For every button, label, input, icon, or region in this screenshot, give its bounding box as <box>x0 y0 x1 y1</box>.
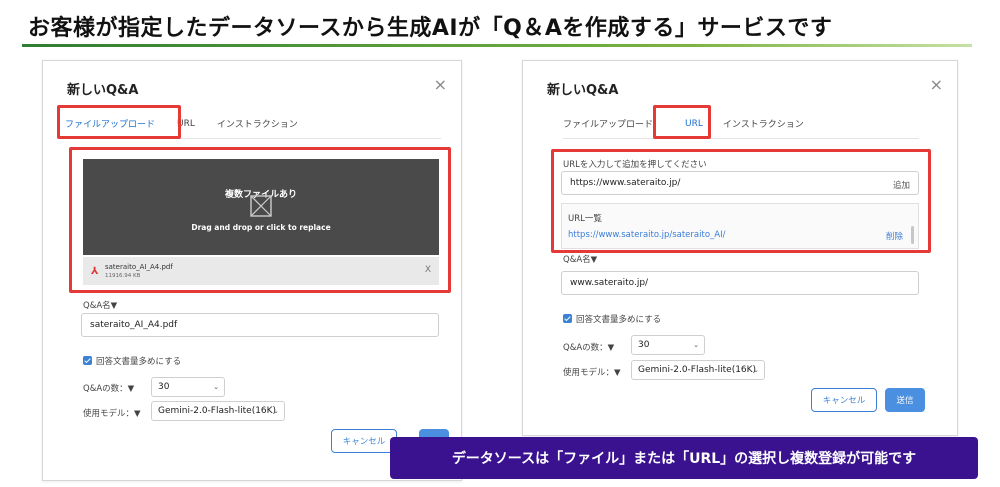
page-headline: お客様が指定したデータソースから生成AIが「Q＆Aを作成する」サービスです <box>28 16 833 41</box>
highlight-box-url <box>551 149 931 253</box>
qa-count-label: Q&Aの数：▼ <box>563 343 615 353</box>
qa-count-value: 30 <box>638 340 650 350</box>
headline-underline <box>22 44 972 47</box>
highlight-box-upload <box>69 147 451 293</box>
chevron-down-icon: ⌄ <box>213 383 219 391</box>
qa-count-select[interactable]: 30 ⌄ <box>631 335 705 355</box>
model-value: Gemini-2.0-Flash-lite(16K) <box>638 365 757 375</box>
dialog-title: 新しいQ&A <box>67 83 139 98</box>
close-icon[interactable]: × <box>434 77 447 93</box>
model-value: Gemini-2.0-Flash-lite(16K) <box>158 406 277 416</box>
dialog-title: 新しいQ&A <box>547 83 619 98</box>
tab-bar: ファイルアップロード URL インストラクション <box>563 109 919 139</box>
model-label: 使用モデル：▼ <box>83 409 141 419</box>
qa-name-input[interactable]: sateraito_AI_A4.pdf <box>81 313 439 337</box>
qa-count-value: 30 <box>158 382 170 392</box>
more-answer-label: 回答文書量多めにする <box>576 315 662 325</box>
qa-count-label: Q&Aの数：▼ <box>83 384 135 394</box>
tab-file-upload[interactable]: ファイルアップロード <box>563 117 653 130</box>
cancel-button[interactable]: キャンセル <box>811 388 877 412</box>
cancel-button[interactable]: キャンセル <box>331 429 397 453</box>
new-qa-dialog-url: 新しいQ&A × ファイルアップロード URL インストラクション URLを入力… <box>522 60 958 436</box>
qa-name-label: Q&A名▼ <box>563 255 598 265</box>
model-select[interactable]: Gemini-2.0-Flash-lite(16K) ⌄ <box>151 401 285 421</box>
close-icon[interactable]: × <box>930 77 943 93</box>
chevron-down-icon: ⌄ <box>693 341 699 349</box>
chevron-down-icon: ⌄ <box>753 366 759 374</box>
model-select[interactable]: Gemini-2.0-Flash-lite(16K) ⌄ <box>631 360 765 380</box>
more-answer-checkbox[interactable] <box>83 356 92 365</box>
more-answer-label: 回答文書量多めにする <box>96 357 182 367</box>
chevron-down-icon: ⌄ <box>273 407 279 415</box>
new-qa-dialog-file: 新しいQ&A × ファイルアップロード URL インストラクション 複数ファイル… <box>42 60 462 481</box>
tab-instruction[interactable]: インストラクション <box>217 117 298 130</box>
highlight-box-file-tab <box>57 105 181 139</box>
qa-name-label: Q&A名▼ <box>83 301 118 311</box>
more-answer-checkbox[interactable] <box>563 314 572 323</box>
info-banner: データソースは「ファイル」または「URL」の選択し複数登録が可能です <box>390 437 978 479</box>
qa-name-input[interactable]: www.sateraito.jp/ <box>561 271 919 295</box>
tab-instruction[interactable]: インストラクション <box>723 117 804 130</box>
qa-count-select[interactable]: 30 ⌄ <box>151 377 225 397</box>
highlight-box-url-tab <box>653 105 711 139</box>
send-button[interactable]: 送信 <box>885 388 925 412</box>
model-label: 使用モデル：▼ <box>563 368 621 378</box>
